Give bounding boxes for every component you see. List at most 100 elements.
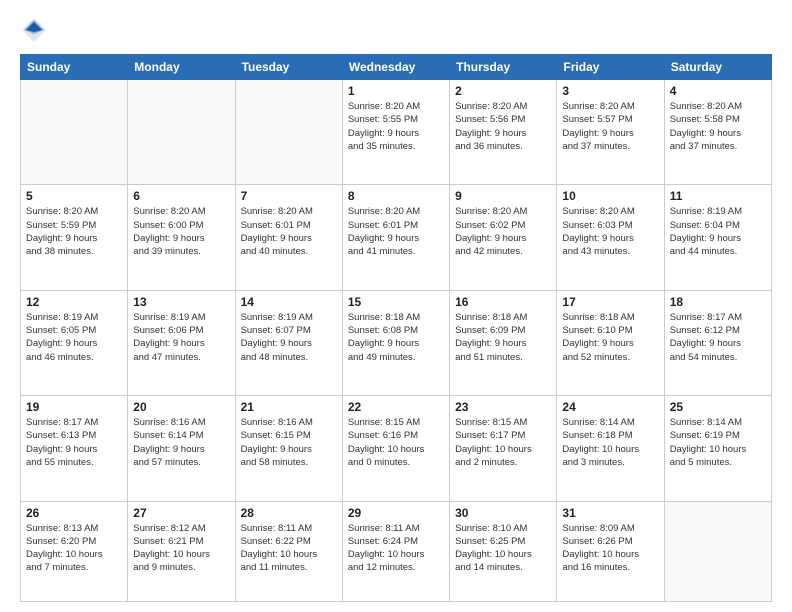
day-info: Sunrise: 8:20 AM Sunset: 6:03 PM Dayligh…	[562, 205, 658, 258]
day-number: 10	[562, 189, 658, 203]
day-info: Sunrise: 8:15 AM Sunset: 6:16 PM Dayligh…	[348, 416, 444, 469]
week-row-0: 1Sunrise: 8:20 AM Sunset: 5:55 PM Daylig…	[21, 80, 772, 185]
page: SundayMondayTuesdayWednesdayThursdayFrid…	[0, 0, 792, 612]
day-number: 26	[26, 506, 122, 520]
col-header-wednesday: Wednesday	[342, 55, 449, 80]
day-number: 2	[455, 84, 551, 98]
calendar-cell: 25 Sunrise: 8:14 AM Sunset: 6:19 PM Dayli…	[664, 396, 771, 501]
day-info: Sunrise: 8:15 AM Sunset: 6:17 PM Dayligh…	[455, 416, 551, 469]
day-number: 18	[670, 295, 766, 309]
day-info: Sunrise: 8:18 AM Sunset: 6:08 PM Dayligh…	[348, 311, 444, 364]
day-info: Sunrise: 8:20 AM Sunset: 5:58 PM Dayligh…	[670, 100, 766, 153]
calendar-cell: 9Sunrise: 8:20 AM Sunset: 6:02 PM Daylig…	[450, 185, 557, 290]
day-number: 15	[348, 295, 444, 309]
header-row: SundayMondayTuesdayWednesdayThursdayFrid…	[21, 55, 772, 80]
col-header-friday: Friday	[557, 55, 664, 80]
day-info: Sunrise: 8:19 AM Sunset: 6:04 PM Dayligh…	[670, 205, 766, 258]
week-row-2: 12 Sunrise: 8:19 AM Sunset: 6:05 PM Dayli…	[21, 290, 772, 395]
calendar-cell: 4 Sunrise: 8:20 AM Sunset: 5:58 PM Daylig…	[664, 80, 771, 185]
col-header-thursday: Thursday	[450, 55, 557, 80]
calendar-cell: 7Sunrise: 8:20 AM Sunset: 6:01 PM Daylig…	[235, 185, 342, 290]
calendar-cell: 29Sunrise: 8:11 AM Sunset: 6:24 PM Dayli…	[342, 501, 449, 602]
calendar-cell: 11Sunrise: 8:19 AM Sunset: 6:04 PM Dayli…	[664, 185, 771, 290]
day-info: Sunrise: 8:20 AM Sunset: 5:55 PM Dayligh…	[348, 100, 444, 153]
day-info: Sunrise: 8:19 AM Sunset: 6:05 PM Dayligh…	[26, 311, 122, 364]
day-info: Sunrise: 8:11 AM Sunset: 6:22 PM Dayligh…	[241, 522, 337, 575]
calendar-cell: 12 Sunrise: 8:19 AM Sunset: 6:05 PM Dayli…	[21, 290, 128, 395]
day-info: Sunrise: 8:20 AM Sunset: 6:01 PM Dayligh…	[348, 205, 444, 258]
logo-icon	[20, 16, 48, 44]
calendar-cell: 13Sunrise: 8:19 AM Sunset: 6:06 PM Dayli…	[128, 290, 235, 395]
calendar-cell: 26 Sunrise: 8:13 AM Sunset: 6:20 PM Dayli…	[21, 501, 128, 602]
day-number: 12	[26, 295, 122, 309]
day-number: 27	[133, 506, 229, 520]
day-info: Sunrise: 8:19 AM Sunset: 6:07 PM Dayligh…	[241, 311, 337, 364]
day-info: Sunrise: 8:20 AM Sunset: 5:57 PM Dayligh…	[562, 100, 658, 153]
day-number: 29	[348, 506, 444, 520]
calendar-cell: 31 Sunrise: 8:09 AM Sunset: 6:26 PM Dayli…	[557, 501, 664, 602]
day-number: 20	[133, 400, 229, 414]
col-header-sunday: Sunday	[21, 55, 128, 80]
week-row-1: 5 Sunrise: 8:20 AM Sunset: 5:59 PM Daylig…	[21, 185, 772, 290]
day-info: Sunrise: 8:12 AM Sunset: 6:21 PM Dayligh…	[133, 522, 229, 575]
logo	[20, 16, 52, 44]
col-header-monday: Monday	[128, 55, 235, 80]
day-number: 25	[670, 400, 766, 414]
calendar-cell: 22 Sunrise: 8:15 AM Sunset: 6:16 PM Dayli…	[342, 396, 449, 501]
calendar-cell: 15 Sunrise: 8:18 AM Sunset: 6:08 PM Dayli…	[342, 290, 449, 395]
day-info: Sunrise: 8:17 AM Sunset: 6:12 PM Dayligh…	[670, 311, 766, 364]
calendar-cell	[21, 80, 128, 185]
day-info: Sunrise: 8:14 AM Sunset: 6:19 PM Dayligh…	[670, 416, 766, 469]
calendar-cell: 30 Sunrise: 8:10 AM Sunset: 6:25 PM Dayli…	[450, 501, 557, 602]
calendar-cell: 2Sunrise: 8:20 AM Sunset: 5:56 PM Daylig…	[450, 80, 557, 185]
calendar-cell: 20 Sunrise: 8:16 AM Sunset: 6:14 PM Dayli…	[128, 396, 235, 501]
col-header-tuesday: Tuesday	[235, 55, 342, 80]
day-number: 9	[455, 189, 551, 203]
day-info: Sunrise: 8:20 AM Sunset: 6:01 PM Dayligh…	[241, 205, 337, 258]
week-row-3: 19 Sunrise: 8:17 AM Sunset: 6:13 PM Dayli…	[21, 396, 772, 501]
day-number: 6	[133, 189, 229, 203]
day-number: 3	[562, 84, 658, 98]
day-number: 23	[455, 400, 551, 414]
day-info: Sunrise: 8:20 AM Sunset: 6:00 PM Dayligh…	[133, 205, 229, 258]
day-info: Sunrise: 8:17 AM Sunset: 6:13 PM Dayligh…	[26, 416, 122, 469]
day-info: Sunrise: 8:20 AM Sunset: 5:59 PM Dayligh…	[26, 205, 122, 258]
calendar-cell: 3 Sunrise: 8:20 AM Sunset: 5:57 PM Daylig…	[557, 80, 664, 185]
day-info: Sunrise: 8:19 AM Sunset: 6:06 PM Dayligh…	[133, 311, 229, 364]
calendar-cell	[128, 80, 235, 185]
day-number: 16	[455, 295, 551, 309]
calendar-table: SundayMondayTuesdayWednesdayThursdayFrid…	[20, 54, 772, 602]
calendar-cell: 1Sunrise: 8:20 AM Sunset: 5:55 PM Daylig…	[342, 80, 449, 185]
day-number: 4	[670, 84, 766, 98]
calendar-cell: 21 Sunrise: 8:16 AM Sunset: 6:15 PM Dayli…	[235, 396, 342, 501]
day-info: Sunrise: 8:18 AM Sunset: 6:10 PM Dayligh…	[562, 311, 658, 364]
day-info: Sunrise: 8:10 AM Sunset: 6:25 PM Dayligh…	[455, 522, 551, 575]
calendar-cell: 23 Sunrise: 8:15 AM Sunset: 6:17 PM Dayli…	[450, 396, 557, 501]
calendar-cell	[235, 80, 342, 185]
day-number: 30	[455, 506, 551, 520]
calendar-cell: 27 Sunrise: 8:12 AM Sunset: 6:21 PM Dayli…	[128, 501, 235, 602]
day-info: Sunrise: 8:16 AM Sunset: 6:14 PM Dayligh…	[133, 416, 229, 469]
calendar-cell: 18 Sunrise: 8:17 AM Sunset: 6:12 PM Dayli…	[664, 290, 771, 395]
calendar-cell: 5 Sunrise: 8:20 AM Sunset: 5:59 PM Daylig…	[21, 185, 128, 290]
day-info: Sunrise: 8:18 AM Sunset: 6:09 PM Dayligh…	[455, 311, 551, 364]
calendar-cell: 28Sunrise: 8:11 AM Sunset: 6:22 PM Dayli…	[235, 501, 342, 602]
col-header-saturday: Saturday	[664, 55, 771, 80]
day-info: Sunrise: 8:14 AM Sunset: 6:18 PM Dayligh…	[562, 416, 658, 469]
calendar-cell: 16 Sunrise: 8:18 AM Sunset: 6:09 PM Dayli…	[450, 290, 557, 395]
day-number: 5	[26, 189, 122, 203]
day-number: 24	[562, 400, 658, 414]
calendar-cell: 19 Sunrise: 8:17 AM Sunset: 6:13 PM Dayli…	[21, 396, 128, 501]
day-number: 19	[26, 400, 122, 414]
day-number: 22	[348, 400, 444, 414]
calendar-cell: 10 Sunrise: 8:20 AM Sunset: 6:03 PM Dayli…	[557, 185, 664, 290]
day-number: 21	[241, 400, 337, 414]
calendar-cell: 17Sunrise: 8:18 AM Sunset: 6:10 PM Dayli…	[557, 290, 664, 395]
week-row-4: 26 Sunrise: 8:13 AM Sunset: 6:20 PM Dayli…	[21, 501, 772, 602]
day-info: Sunrise: 8:16 AM Sunset: 6:15 PM Dayligh…	[241, 416, 337, 469]
calendar-cell: 14Sunrise: 8:19 AM Sunset: 6:07 PM Dayli…	[235, 290, 342, 395]
calendar-cell: 24 Sunrise: 8:14 AM Sunset: 6:18 PM Dayli…	[557, 396, 664, 501]
day-number: 31	[562, 506, 658, 520]
day-info: Sunrise: 8:13 AM Sunset: 6:20 PM Dayligh…	[26, 522, 122, 575]
day-info: Sunrise: 8:09 AM Sunset: 6:26 PM Dayligh…	[562, 522, 658, 575]
